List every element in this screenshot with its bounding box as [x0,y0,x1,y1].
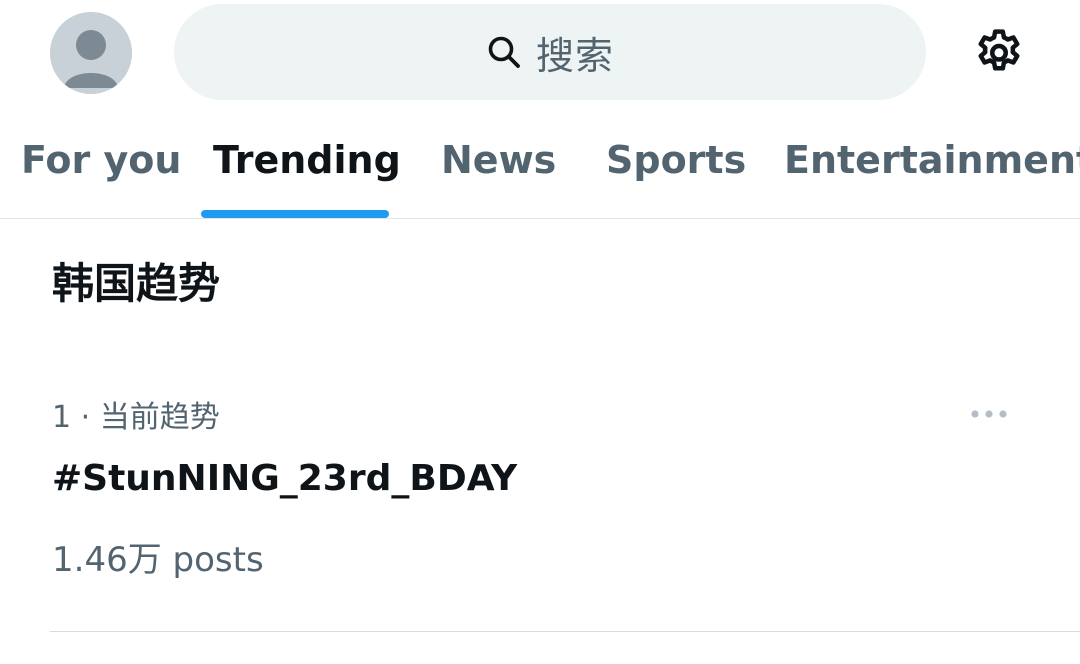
trend-separator: · [71,400,100,435]
trend-category: 当前趋势 [99,400,220,435]
trend-divider [50,631,1080,632]
more-horizontal-icon [970,404,1008,423]
tab-sports[interactable]: Sports [606,138,746,182]
tabs-divider [0,218,1080,219]
explore-tabs: For you Trending News Sports Entertainme… [0,110,1080,218]
gear-icon [972,26,1026,84]
settings-button[interactable] [968,24,1030,86]
tab-entertainment[interactable]: Entertainment [784,138,1080,182]
trend-name: #StunNING_23rd_BDAY [52,458,518,499]
tab-for-you[interactable]: For you [21,138,181,182]
active-tab-indicator [201,210,389,218]
default-avatar-icon [50,12,132,94]
avatar[interactable] [50,12,132,94]
search-icon [486,34,522,70]
section-title: 韩国趋势 [52,259,221,308]
trend-more-button[interactable] [962,398,1016,428]
trend-post-count: 1.46万 posts [52,540,264,580]
tab-trending[interactable]: Trending [213,138,401,182]
top-bar: 搜索 [0,0,1080,110]
trend-rank: 1 [52,400,72,435]
trend-meta: 1 · 当前趋势 [52,392,220,436]
search-input[interactable]: 搜索 [174,4,926,100]
search-placeholder: 搜索 [535,33,614,78]
trend-item[interactable]: 1 · 当前趋势 #StunNING_23rd_BDAY 1.46万 posts [0,380,1080,630]
tab-news[interactable]: News [441,138,556,182]
